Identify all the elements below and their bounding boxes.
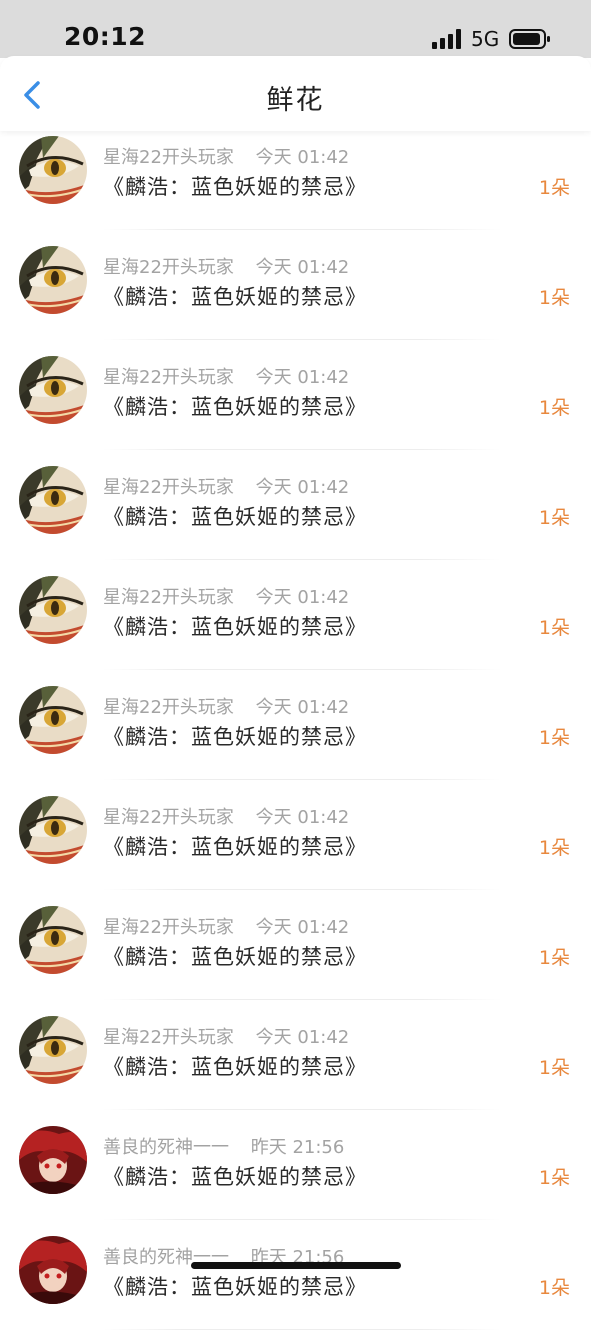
list-item[interactable]: 星海22开头玩家 今天 01:42 《麟浩：蓝色妖姬的禁忌》 1朵 xyxy=(0,1000,591,1110)
user-name[interactable]: 星海22开头玩家 xyxy=(103,917,234,938)
book-title: 《麟浩：蓝色妖姬的禁忌》 xyxy=(103,175,367,199)
book-title: 《麟浩：蓝色妖姬的禁忌》 xyxy=(103,945,367,969)
avatar[interactable] xyxy=(19,686,87,754)
item-meta: 星海22开头玩家 今天 01:42 xyxy=(103,253,349,279)
book-title: 《麟浩：蓝色妖姬的禁忌》 xyxy=(103,835,367,859)
avatar[interactable] xyxy=(19,466,87,534)
gift-time: 今天 01:42 xyxy=(255,257,350,278)
flower-count: 1朵 xyxy=(538,1057,570,1079)
status-bar: 20:12 5G xyxy=(0,0,591,58)
user-name[interactable]: 星海22开头玩家 xyxy=(103,147,234,168)
flower-count: 1朵 xyxy=(538,727,570,749)
flower-count: 1朵 xyxy=(538,947,570,969)
item-meta: 星海22开头玩家 今天 01:42 xyxy=(103,583,349,609)
user-name[interactable]: 星海22开头玩家 xyxy=(103,697,234,718)
list-item[interactable]: 星海22开头玩家 今天 01:42 《麟浩：蓝色妖姬的禁忌》 1朵 xyxy=(0,670,591,780)
gift-time: 今天 01:42 xyxy=(255,697,350,718)
user-name[interactable]: 星海22开头玩家 xyxy=(103,807,234,828)
gift-time: 今天 01:42 xyxy=(255,367,350,388)
book-title: 《麟浩：蓝色妖姬的禁忌》 xyxy=(103,1055,367,1079)
flower-list: 星海22开头玩家 今天 01:42 《麟浩：蓝色妖姬的禁忌》 1朵 星海22开头… xyxy=(0,120,591,1330)
list-item[interactable]: 星海22开头玩家 今天 01:42 《麟浩：蓝色妖姬的禁忌》 1朵 xyxy=(0,120,591,230)
avatar[interactable] xyxy=(19,576,87,644)
signal-icon xyxy=(432,29,461,49)
list-item[interactable]: 善良的死神一一 昨天 21:56 《麟浩：蓝色妖姬的禁忌》 1朵 xyxy=(0,1110,591,1220)
list-item[interactable]: 星海22开头玩家 今天 01:42 《麟浩：蓝色妖姬的禁忌》 1朵 xyxy=(0,890,591,1000)
avatar[interactable] xyxy=(19,246,87,314)
book-title: 《麟浩：蓝色妖姬的禁忌》 xyxy=(103,615,367,639)
book-title: 《麟浩：蓝色妖姬的禁忌》 xyxy=(103,505,367,529)
avatar[interactable] xyxy=(19,1236,87,1304)
user-name[interactable]: 善良的死神一一 xyxy=(103,1137,229,1158)
flower-count: 1朵 xyxy=(538,397,570,419)
list-item[interactable]: 星海22开头玩家 今天 01:42 《麟浩：蓝色妖姬的禁忌》 1朵 xyxy=(0,340,591,450)
avatar[interactable] xyxy=(19,906,87,974)
item-meta: 星海22开头玩家 今天 01:42 xyxy=(103,693,349,719)
gift-time: 今天 01:42 xyxy=(255,587,350,608)
flower-count: 1朵 xyxy=(538,1277,570,1299)
status-time: 20:12 xyxy=(64,22,147,51)
book-title: 《麟浩：蓝色妖姬的禁忌》 xyxy=(103,285,367,309)
item-meta: 星海22开头玩家 今天 01:42 xyxy=(103,1023,349,1049)
list-item[interactable]: 星海22开头玩家 今天 01:42 《麟浩：蓝色妖姬的禁忌》 1朵 xyxy=(0,780,591,890)
user-name[interactable]: 星海22开头玩家 xyxy=(103,587,234,608)
gift-time: 今天 01:42 xyxy=(255,807,350,828)
home-indicator[interactable] xyxy=(191,1262,401,1269)
item-meta: 星海22开头玩家 今天 01:42 xyxy=(103,363,349,389)
flower-count: 1朵 xyxy=(538,507,570,529)
avatar[interactable] xyxy=(19,1126,87,1194)
avatar[interactable] xyxy=(19,796,87,864)
book-title: 《麟浩：蓝色妖姬的禁忌》 xyxy=(103,1275,367,1299)
flower-count: 1朵 xyxy=(538,837,570,859)
user-name[interactable]: 星海22开头玩家 xyxy=(103,477,234,498)
page-title: 鲜花 xyxy=(266,85,325,116)
list-item[interactable]: 善良的死神一一 昨天 21:56 《麟浩：蓝色妖姬的禁忌》 1朵 xyxy=(0,1220,591,1330)
book-title: 《麟浩：蓝色妖姬的禁忌》 xyxy=(103,1165,367,1189)
flower-count: 1朵 xyxy=(538,287,570,309)
list-item[interactable]: 星海22开头玩家 今天 01:42 《麟浩：蓝色妖姬的禁忌》 1朵 xyxy=(0,450,591,560)
item-meta: 星海22开头玩家 今天 01:42 xyxy=(103,913,349,939)
user-name[interactable]: 星海22开头玩家 xyxy=(103,367,234,388)
gift-time: 昨天 21:56 xyxy=(250,1137,345,1158)
item-meta: 星海22开头玩家 今天 01:42 xyxy=(103,143,349,169)
item-meta: 星海22开头玩家 今天 01:42 xyxy=(103,803,349,829)
list-item[interactable]: 星海22开头玩家 今天 01:42 《麟浩：蓝色妖姬的禁忌》 1朵 xyxy=(0,230,591,340)
gift-time: 今天 01:42 xyxy=(255,147,350,168)
flower-count: 1朵 xyxy=(538,177,570,199)
flower-count: 1朵 xyxy=(538,1167,570,1189)
book-title: 《麟浩：蓝色妖姬的禁忌》 xyxy=(103,395,367,419)
battery-icon xyxy=(509,29,550,49)
gift-time: 今天 01:42 xyxy=(255,477,350,498)
user-name[interactable]: 星海22开头玩家 xyxy=(103,1027,234,1048)
avatar[interactable] xyxy=(19,136,87,204)
list-item[interactable]: 星海22开头玩家 今天 01:42 《麟浩：蓝色妖姬的禁忌》 1朵 xyxy=(0,560,591,670)
item-meta: 善良的死神一一 昨天 21:56 xyxy=(103,1133,344,1159)
avatar[interactable] xyxy=(19,356,87,424)
flower-count: 1朵 xyxy=(538,617,570,639)
avatar[interactable] xyxy=(19,1016,87,1084)
item-meta: 星海22开头玩家 今天 01:42 xyxy=(103,473,349,499)
book-title: 《麟浩：蓝色妖姬的禁忌》 xyxy=(103,725,367,749)
network-label: 5G xyxy=(471,27,500,51)
gift-time: 今天 01:42 xyxy=(255,917,350,938)
user-name[interactable]: 星海22开头玩家 xyxy=(103,257,234,278)
gift-time: 今天 01:42 xyxy=(255,1027,350,1048)
